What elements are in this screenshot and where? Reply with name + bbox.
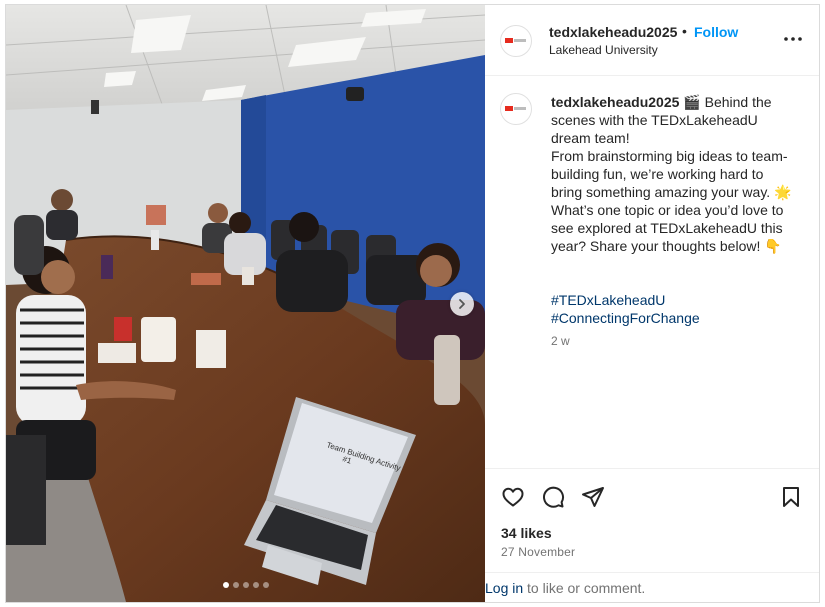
carousel-dot	[222, 582, 229, 588]
action-bar: 34 likes 27 November	[485, 468, 819, 576]
post-header: tedxlakeheadu2025 • Follow Lakehead Univ…	[485, 5, 819, 76]
post-card: Team Building Activity #1 tedxlakeheadu2…	[5, 4, 820, 603]
save-button[interactable]	[777, 483, 805, 511]
tedx-logo-icon	[505, 106, 526, 111]
post-time-ago: 2 w	[551, 334, 570, 348]
like-count[interactable]: 34 likes	[501, 525, 552, 541]
caption-section: tedxlakeheadu2025 🎬 Behind the scenes wi…	[485, 77, 819, 467]
carousel-dot	[242, 582, 249, 588]
header-username[interactable]: tedxlakeheadu2025	[549, 24, 677, 40]
tedx-logo-icon	[505, 38, 526, 43]
comment-icon	[543, 486, 565, 508]
caption-text: 🎬 Behind the scenes with the TEDxLakehea…	[551, 94, 792, 254]
caption-username[interactable]: tedxlakeheadu2025	[551, 94, 679, 110]
hashtag-list: #TEDxLakeheadU #ConnectingForChange	[551, 291, 700, 327]
carousel-dot	[232, 582, 239, 588]
post-side-panel: tedxlakeheadu2025 • Follow Lakehead Univ…	[485, 5, 819, 602]
login-prompt-text: to like or comment.	[523, 580, 646, 596]
login-link[interactable]: Log in	[485, 580, 523, 596]
more-options-icon	[784, 37, 802, 41]
like-button[interactable]	[499, 483, 527, 511]
post-caption: tedxlakeheadu2025 🎬 Behind the scenes wi…	[551, 93, 797, 255]
chevron-right-icon	[459, 299, 465, 309]
avatar[interactable]	[500, 25, 532, 57]
hashtag-link[interactable]: #TEDxLakeheadU	[551, 291, 700, 309]
caption-avatar[interactable]	[500, 93, 532, 125]
hashtag-link[interactable]: #ConnectingForChange	[551, 309, 700, 327]
login-prompt: Log in to like or comment.	[485, 572, 819, 602]
post-photo[interactable]: Team Building Activity #1	[6, 5, 485, 602]
heart-icon	[502, 487, 524, 507]
carousel-next-button[interactable]	[450, 292, 474, 316]
separator-bullet: •	[682, 23, 687, 39]
more-options-button[interactable]	[781, 27, 805, 51]
follow-button[interactable]: Follow	[694, 24, 738, 40]
post-date: 27 November	[501, 545, 576, 559]
carousel-dot	[252, 582, 259, 588]
comment-button[interactable]	[539, 483, 567, 511]
share-button[interactable]	[579, 483, 607, 511]
carousel-indicator	[6, 582, 485, 588]
carousel-dot	[262, 582, 269, 588]
meeting-room-photo: Team Building Activity #1	[6, 5, 485, 602]
bookmark-icon	[783, 487, 799, 507]
location-link[interactable]: Lakehead University	[549, 43, 658, 57]
share-icon	[582, 487, 604, 507]
